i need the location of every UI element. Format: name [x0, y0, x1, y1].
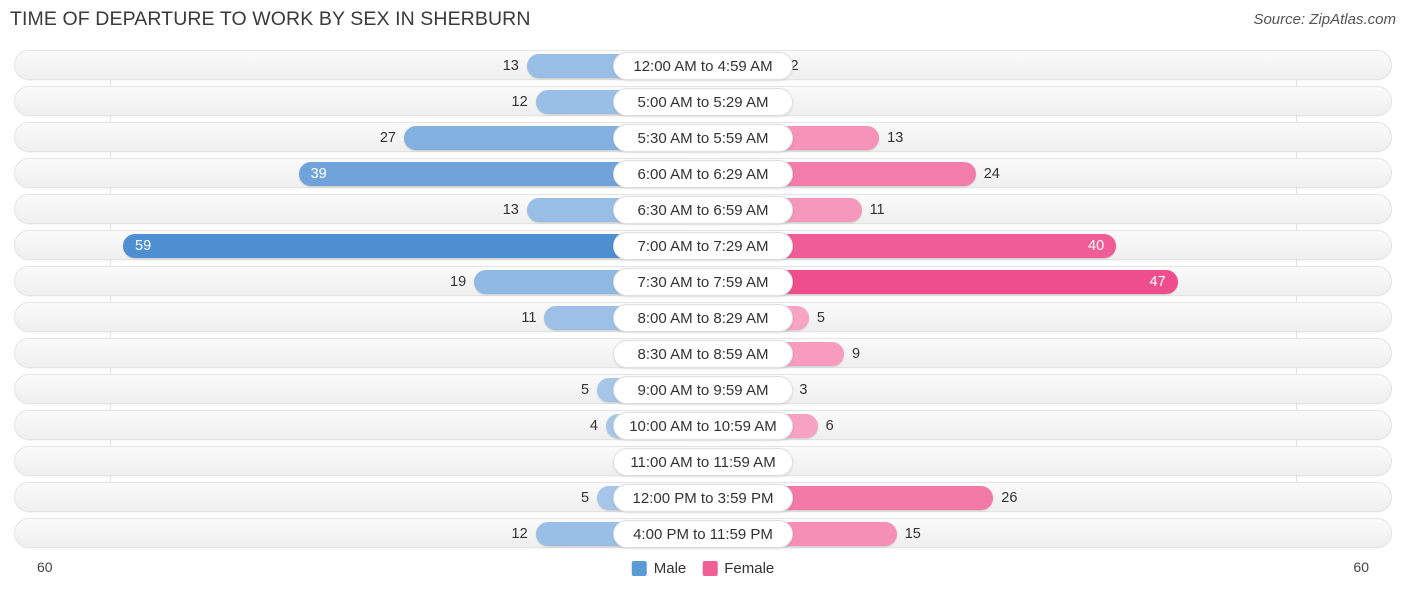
female-value-label: 13 — [887, 130, 904, 146]
category-label: 8:30 AM to 8:59 AM — [613, 340, 793, 368]
chart-footer: 60 60 Male Female — [0, 554, 1406, 594]
male-value-label: 11 — [521, 310, 537, 326]
bar-rows-container: 13212:00 AM to 4:59 AM 1205:00 AM to 5:29… — [0, 50, 1406, 548]
male-value-label: 5 — [581, 490, 590, 506]
axis-tick-left: 60 — [37, 559, 53, 575]
male-value-label: 39 — [310, 166, 327, 182]
category-label: 4:00 PM to 11:59 PM — [613, 520, 793, 548]
male-value-label: 13 — [502, 202, 519, 218]
category-label: 5:00 AM to 5:29 AM — [613, 88, 793, 116]
chart-plot-area: 13212:00 AM to 4:59 AM 1205:00 AM to 5:29… — [0, 50, 1406, 554]
category-label: 5:30 AM to 5:59 AM — [613, 124, 793, 152]
female-value-label: 15 — [904, 526, 921, 542]
male-value-label: 4 — [589, 418, 598, 434]
category-label: 11:00 AM to 11:59 AM — [613, 448, 793, 476]
category-label: 12:00 AM to 4:59 AM — [613, 52, 793, 80]
category-label: 7:30 AM to 7:59 AM — [613, 268, 793, 296]
male-value-label: 12 — [511, 94, 528, 110]
table-row[interactable]: 24 39 6:00 AM to 6:29 AM — [14, 158, 1392, 188]
male-value-label: 59 — [135, 238, 152, 254]
category-label: 12:00 PM to 3:59 PM — [613, 484, 793, 512]
table-row[interactable]: 13 11 6:30 AM to 6:59 AM — [14, 194, 1392, 224]
female-value-label: 40 — [1088, 238, 1105, 254]
table-row[interactable]: 5 3 9:00 AM to 9:59 AM — [14, 374, 1392, 404]
legend-label: Female — [724, 560, 775, 577]
legend-label: Male — [653, 560, 687, 577]
table-row[interactable]: 5 26 12:00 PM to 3:59 PM — [14, 482, 1392, 512]
legend-swatch-icon — [702, 561, 718, 576]
table-row[interactable]: 13 2 12:00 AM to 4:59 AM — [14, 50, 1392, 80]
chart-legend: Male Female — [631, 560, 774, 577]
female-value-label: 24 — [983, 166, 1000, 182]
female-value-label: 11 — [869, 202, 885, 218]
category-label: 8:00 AM to 8:29 AM — [613, 304, 793, 332]
legend-item-male[interactable]: Male — [631, 560, 687, 577]
table-row[interactable]: 19 47 7:30 AM to 7:59 AM — [14, 266, 1392, 296]
page-title: TIME OF DEPARTURE TO WORK BY SEX IN SHER… — [10, 8, 531, 30]
table-row[interactable]: 1011:00 AM to 11:59 AM — [14, 446, 1392, 476]
source-attribution: Source: ZipAtlas.com — [1253, 11, 1396, 28]
category-label: 10:00 AM to 10:59 AM — [613, 412, 793, 440]
chart-header: TIME OF DEPARTURE TO WORK BY SEX IN SHER… — [0, 0, 1406, 44]
male-value-label: 27 — [379, 130, 396, 146]
chart-page: TIME OF DEPARTURE TO WORK BY SEX IN SHER… — [0, 0, 1406, 594]
table-row[interactable]: 27 13 5:30 AM to 5:59 AM — [14, 122, 1392, 152]
table-row[interactable]: 11 5 8:00 AM to 8:29 AM — [14, 302, 1392, 332]
legend-item-female[interactable]: Female — [702, 560, 774, 577]
male-value-label: 12 — [511, 526, 528, 542]
category-label: 6:30 AM to 6:59 AM — [613, 196, 793, 224]
female-value-label: 26 — [1001, 490, 1018, 506]
table-row[interactable]: 1205:00 AM to 5:29 AM — [14, 86, 1392, 116]
male-value-label: 13 — [502, 58, 519, 74]
category-label: 7:00 AM to 7:29 AM — [613, 232, 793, 260]
female-value-label: 5 — [816, 310, 825, 326]
male-value-label: 5 — [581, 382, 590, 398]
table-row[interactable]: 4 6 10:00 AM to 10:59 AM — [14, 410, 1392, 440]
table-row[interactable]: 12 15 4:00 PM to 11:59 PM — [14, 518, 1392, 548]
table-row[interactable]: 098:30 AM to 8:59 AM — [14, 338, 1392, 368]
male-value-label: 19 — [450, 274, 467, 290]
female-value-label: 47 — [1149, 274, 1166, 290]
female-value-label: 9 — [852, 346, 861, 362]
category-label: 6:00 AM to 6:29 AM — [613, 160, 793, 188]
table-row[interactable]: 59 40 7:00 AM to 7:29 AM — [14, 230, 1392, 260]
female-value-label: 6 — [825, 418, 834, 434]
legend-swatch-icon — [631, 561, 647, 576]
female-value-label: 3 — [799, 382, 808, 398]
category-label: 9:00 AM to 9:59 AM — [613, 376, 793, 404]
axis-tick-right: 60 — [1353, 559, 1369, 575]
